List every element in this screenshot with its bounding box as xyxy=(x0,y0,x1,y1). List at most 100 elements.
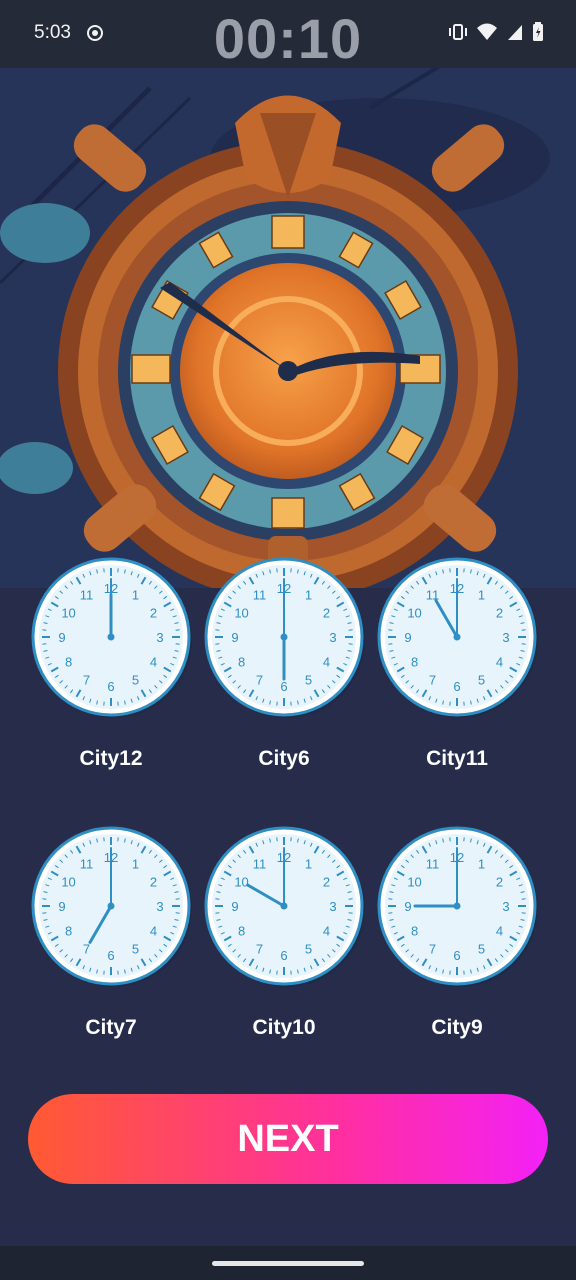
steampunk-clock-illustration xyxy=(0,68,576,588)
clock-numeral: 1 xyxy=(478,588,485,603)
clock-center xyxy=(280,633,288,641)
clock-numeral: 8 xyxy=(411,924,418,939)
clock-numeral: 6 xyxy=(453,948,460,963)
clock-numeral: 9 xyxy=(404,899,411,914)
clock-numeral: 5 xyxy=(478,672,485,687)
clock-numeral: 6 xyxy=(453,679,460,694)
clock-center xyxy=(107,633,115,641)
city-clock-option[interactable]: 123456789101112 City7 xyxy=(26,824,196,1040)
clock-numeral: 8 xyxy=(238,655,245,670)
clock-face-icon: 123456789101112 xyxy=(31,826,192,987)
clock-numeral: 3 xyxy=(502,899,509,914)
clock-numeral: 4 xyxy=(496,655,503,670)
clock-numeral: 6 xyxy=(280,948,287,963)
clock-numeral: 5 xyxy=(478,941,485,956)
clock-face-icon: 123456789101112 xyxy=(377,826,538,987)
next-button[interactable]: NEXT xyxy=(28,1094,548,1184)
clock-numeral: 8 xyxy=(65,655,72,670)
clock-numeral: 1 xyxy=(132,857,139,872)
clock-numeral: 3 xyxy=(156,899,163,914)
city-label: City11 xyxy=(426,747,488,770)
clock-numeral: 9 xyxy=(231,899,238,914)
home-handle[interactable] xyxy=(212,1261,364,1266)
clock-numeral: 4 xyxy=(323,924,330,939)
clock-numeral: 2 xyxy=(496,606,503,621)
clock-numeral: 1 xyxy=(478,857,485,872)
vibrate-icon xyxy=(449,24,467,40)
clock-numeral: 9 xyxy=(404,630,411,645)
clock-numeral: 4 xyxy=(496,924,503,939)
clock-numeral: 10 xyxy=(407,606,421,621)
battery-icon xyxy=(533,22,543,41)
clock-numeral: 6 xyxy=(107,948,114,963)
clock-numeral: 2 xyxy=(323,875,330,890)
clock-numeral: 4 xyxy=(150,655,157,670)
clock-numeral: 7 xyxy=(256,672,263,687)
clock-numeral: 5 xyxy=(132,941,139,956)
clock-numeral: 2 xyxy=(496,875,503,890)
city-clock-option[interactable]: 123456789101112 City11 xyxy=(372,555,542,771)
clock-numeral: 11 xyxy=(80,588,94,603)
clock-numeral: 4 xyxy=(150,924,157,939)
clock-face-icon: 123456789101112 xyxy=(31,557,192,718)
clock-numeral: 7 xyxy=(429,941,436,956)
clock-numeral: 2 xyxy=(150,875,157,890)
clock-center xyxy=(453,633,461,641)
clock-center xyxy=(280,902,288,910)
clock-numeral: 2 xyxy=(323,606,330,621)
clock-center xyxy=(453,902,461,910)
hero-illustration xyxy=(0,68,576,588)
status-bar: 5:03 00:10 xyxy=(0,0,576,70)
clock-numeral: 8 xyxy=(411,655,418,670)
clock-numeral: 10 xyxy=(234,875,248,890)
clock-numeral: 9 xyxy=(58,630,65,645)
clock-face-icon: 123456789101112 xyxy=(204,557,365,718)
status-icons xyxy=(448,22,544,42)
clock-face-icon: 123456789101112 xyxy=(204,826,365,987)
navigation-bar xyxy=(0,1246,576,1280)
city-clock-option[interactable]: 123456789101112 City9 xyxy=(372,824,542,1040)
clock-numeral: 8 xyxy=(238,924,245,939)
clock-numeral: 3 xyxy=(329,899,336,914)
clock-numeral: 1 xyxy=(305,857,312,872)
clock-numeral: 3 xyxy=(502,630,509,645)
clock-numeral: 4 xyxy=(323,655,330,670)
city-label: City12 xyxy=(79,747,143,770)
city-label: City10 xyxy=(252,1016,316,1039)
clock-numeral: 1 xyxy=(132,588,139,603)
clock-numeral: 11 xyxy=(80,857,94,872)
clock-numeral: 9 xyxy=(231,630,238,645)
city-clock-option[interactable]: 123456789101112 City10 xyxy=(199,824,369,1040)
clock-numeral: 7 xyxy=(429,672,436,687)
clock-numeral: 1 xyxy=(305,588,312,603)
clock-numeral: 11 xyxy=(426,857,440,872)
clock-numeral: 2 xyxy=(150,606,157,621)
clock-numeral: 10 xyxy=(61,606,75,621)
clock-center xyxy=(107,902,115,910)
clock-numeral: 11 xyxy=(253,857,267,872)
city-label: City9 xyxy=(431,1016,483,1039)
clock-numeral: 10 xyxy=(61,875,75,890)
clock-numeral: 11 xyxy=(253,588,267,603)
clock-numeral: 8 xyxy=(65,924,72,939)
clock-numeral: 3 xyxy=(156,630,163,645)
clock-numeral: 6 xyxy=(107,679,114,694)
clock-numeral: 7 xyxy=(83,672,90,687)
clock-numeral: 3 xyxy=(329,630,336,645)
clock-face-icon: 123456789101112 xyxy=(377,557,538,718)
city-clock-option[interactable]: 123456789101112 City12 xyxy=(26,555,196,771)
city-label: City6 xyxy=(258,747,310,770)
clock-numeral: 7 xyxy=(83,941,90,956)
clock-numeral: 9 xyxy=(58,899,65,914)
clock-numeral: 10 xyxy=(407,875,421,890)
clock-numeral: 5 xyxy=(305,672,312,687)
clock-numeral: 5 xyxy=(132,672,139,687)
clock-numeral: 5 xyxy=(305,941,312,956)
wifi-icon xyxy=(477,23,497,40)
city-label: City7 xyxy=(85,1016,137,1039)
city-clock-option[interactable]: 123456789101112 City6 xyxy=(199,555,369,771)
clock-numeral: 7 xyxy=(256,941,263,956)
signal-icon xyxy=(508,25,522,40)
clock-numeral: 6 xyxy=(280,679,287,694)
clock-numeral: 10 xyxy=(234,606,248,621)
